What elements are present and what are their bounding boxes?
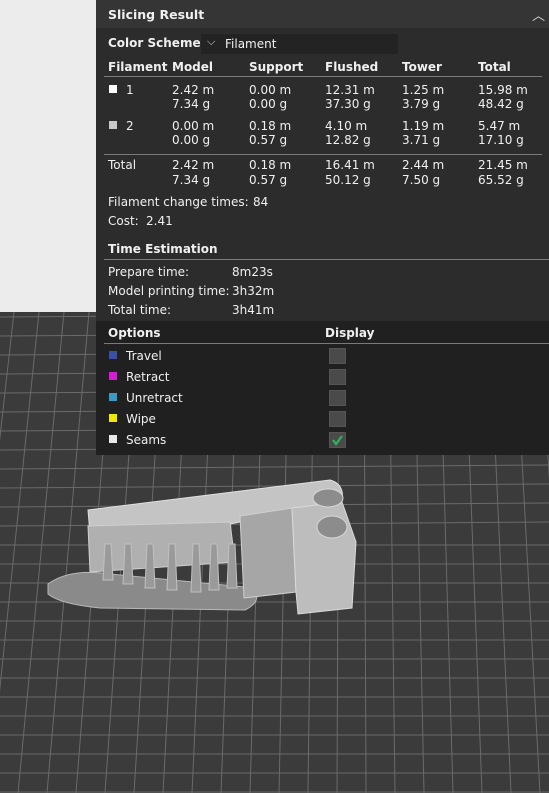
header-model: Model — [172, 60, 214, 74]
filament-1-model-weight: 7.34 g — [172, 97, 211, 111]
filament-1-flushed-weight: 37.30 g — [325, 97, 371, 111]
filament-2-flushed-length: 4.10 m — [325, 119, 368, 133]
filament-1-total-weight: 48.42 g — [478, 97, 524, 111]
option-retract-label: Retract — [126, 370, 170, 384]
model-part — [144, 543, 156, 589]
filament-1-tower-weight: 3.79 g — [402, 97, 441, 111]
total-support-weight: 0.57 g — [249, 173, 288, 187]
header-total: Total — [478, 60, 511, 74]
chevron-up-icon[interactable]: ︿ — [532, 5, 545, 24]
model-printing-time-value: 3h32m — [232, 284, 275, 298]
grid-line — [46, 312, 90, 793]
header-tower: Tower — [402, 60, 442, 74]
total-time-label: Total time: — [108, 303, 171, 317]
filament-change-label: Filament change times: — [108, 195, 249, 209]
prepare-time-label: Prepare time: — [108, 265, 190, 279]
filament-2-label: 2 — [126, 119, 134, 133]
retract-swatch — [109, 372, 117, 380]
prepare-time-value: 8m23s — [232, 265, 273, 279]
model-part — [239, 507, 297, 599]
total-flushed-length: 16.41 m — [325, 158, 375, 172]
filament-2-support-length: 0.18 m — [249, 119, 292, 133]
model-part — [102, 543, 114, 581]
total-total-weight: 65.52 g — [478, 173, 524, 187]
option-unretract-label: Unretract — [126, 391, 183, 405]
panel-title: Slicing Result — [108, 7, 205, 22]
time-estimation-title: Time Estimation — [108, 242, 218, 256]
total-time-value: 3h41m — [232, 303, 275, 317]
cost-value: 2.41 — [146, 214, 173, 228]
cost-label: Cost: — [108, 214, 139, 228]
model-printing-time-label: Model printing time: — [108, 284, 230, 298]
filament-1-label: 1 — [126, 83, 134, 97]
unretract-swatch — [109, 393, 117, 401]
model-part — [166, 543, 178, 591]
filament-2-flushed-weight: 12.82 g — [325, 133, 371, 147]
grid-line — [17, 312, 65, 793]
filament-1-support-weight: 0.00 g — [249, 97, 288, 111]
total-model-length: 2.42 m — [172, 158, 215, 172]
printed-model — [47, 479, 357, 615]
header-filament: Filament — [108, 60, 168, 74]
filament-change-value: 84 — [253, 195, 269, 209]
model-part — [190, 543, 202, 593]
header-divider — [104, 76, 542, 77]
model-hole — [312, 488, 344, 508]
filament-2-swatch — [109, 121, 117, 129]
grid-line — [0, 312, 15, 442]
header-support: Support — [249, 60, 304, 74]
total-tower-weight: 7.50 g — [402, 173, 441, 187]
wipe-display-checkbox[interactable] — [329, 411, 346, 427]
wipe-swatch — [109, 414, 117, 422]
total-flushed-weight: 50.12 g — [325, 173, 371, 187]
header-flushed: Flushed — [325, 60, 379, 74]
filament-2-total-length: 5.47 m — [478, 119, 521, 133]
total-total-length: 21.45 m — [478, 158, 528, 172]
filament-1-total-length: 15.98 m — [478, 83, 528, 97]
filament-2-model-weight: 0.00 g — [172, 133, 211, 147]
model-part — [122, 543, 134, 585]
filament-2-model-length: 0.00 m — [172, 119, 215, 133]
option-travel-label: Travel — [126, 349, 162, 363]
color-scheme-select[interactable]: ⌵ Filament — [201, 34, 398, 54]
filament-1-tower-length: 1.25 m — [402, 83, 445, 97]
options-header: Options — [108, 326, 161, 340]
checkmark-icon — [332, 435, 343, 446]
slicing-result-panel: Slicing Result ︿ Color Scheme ⌵ Filament… — [96, 0, 549, 455]
seams-display-checkbox[interactable] — [329, 432, 346, 448]
filament-1-flushed-length: 12.31 m — [325, 83, 375, 97]
options-divider — [104, 343, 549, 344]
filament-2-support-weight: 0.57 g — [249, 133, 288, 147]
filament-2-tower-length: 1.19 m — [402, 119, 445, 133]
option-wipe-label: Wipe — [126, 412, 156, 426]
travel-swatch — [109, 351, 117, 359]
option-seams-label: Seams — [126, 433, 167, 447]
seams-swatch — [109, 435, 117, 443]
filament-2-tower-weight: 3.71 g — [402, 133, 441, 147]
chevron-down-icon: ⌵ — [207, 35, 216, 48]
unretract-display-checkbox[interactable] — [329, 390, 346, 406]
color-scheme-value: Filament — [225, 37, 277, 51]
model-part — [208, 543, 220, 591]
filament-1-swatch — [109, 85, 117, 93]
total-tower-length: 2.44 m — [402, 158, 445, 172]
travel-display-checkbox[interactable] — [329, 348, 346, 364]
retract-display-checkbox[interactable] — [329, 369, 346, 385]
color-scheme-label: Color Scheme — [108, 36, 201, 50]
grid-line — [0, 464, 549, 470]
display-header: Display — [325, 326, 375, 340]
filament-2-total-weight: 17.10 g — [478, 133, 524, 147]
filament-1-support-length: 0.00 m — [249, 83, 292, 97]
model-part — [226, 543, 238, 589]
total-divider — [104, 154, 542, 155]
total-model-weight: 7.34 g — [172, 173, 211, 187]
time-divider — [104, 259, 549, 260]
model-hole — [316, 515, 348, 539]
total-support-length: 0.18 m — [249, 158, 292, 172]
filament-1-model-length: 2.42 m — [172, 83, 215, 97]
total-label: Total — [108, 158, 137, 172]
